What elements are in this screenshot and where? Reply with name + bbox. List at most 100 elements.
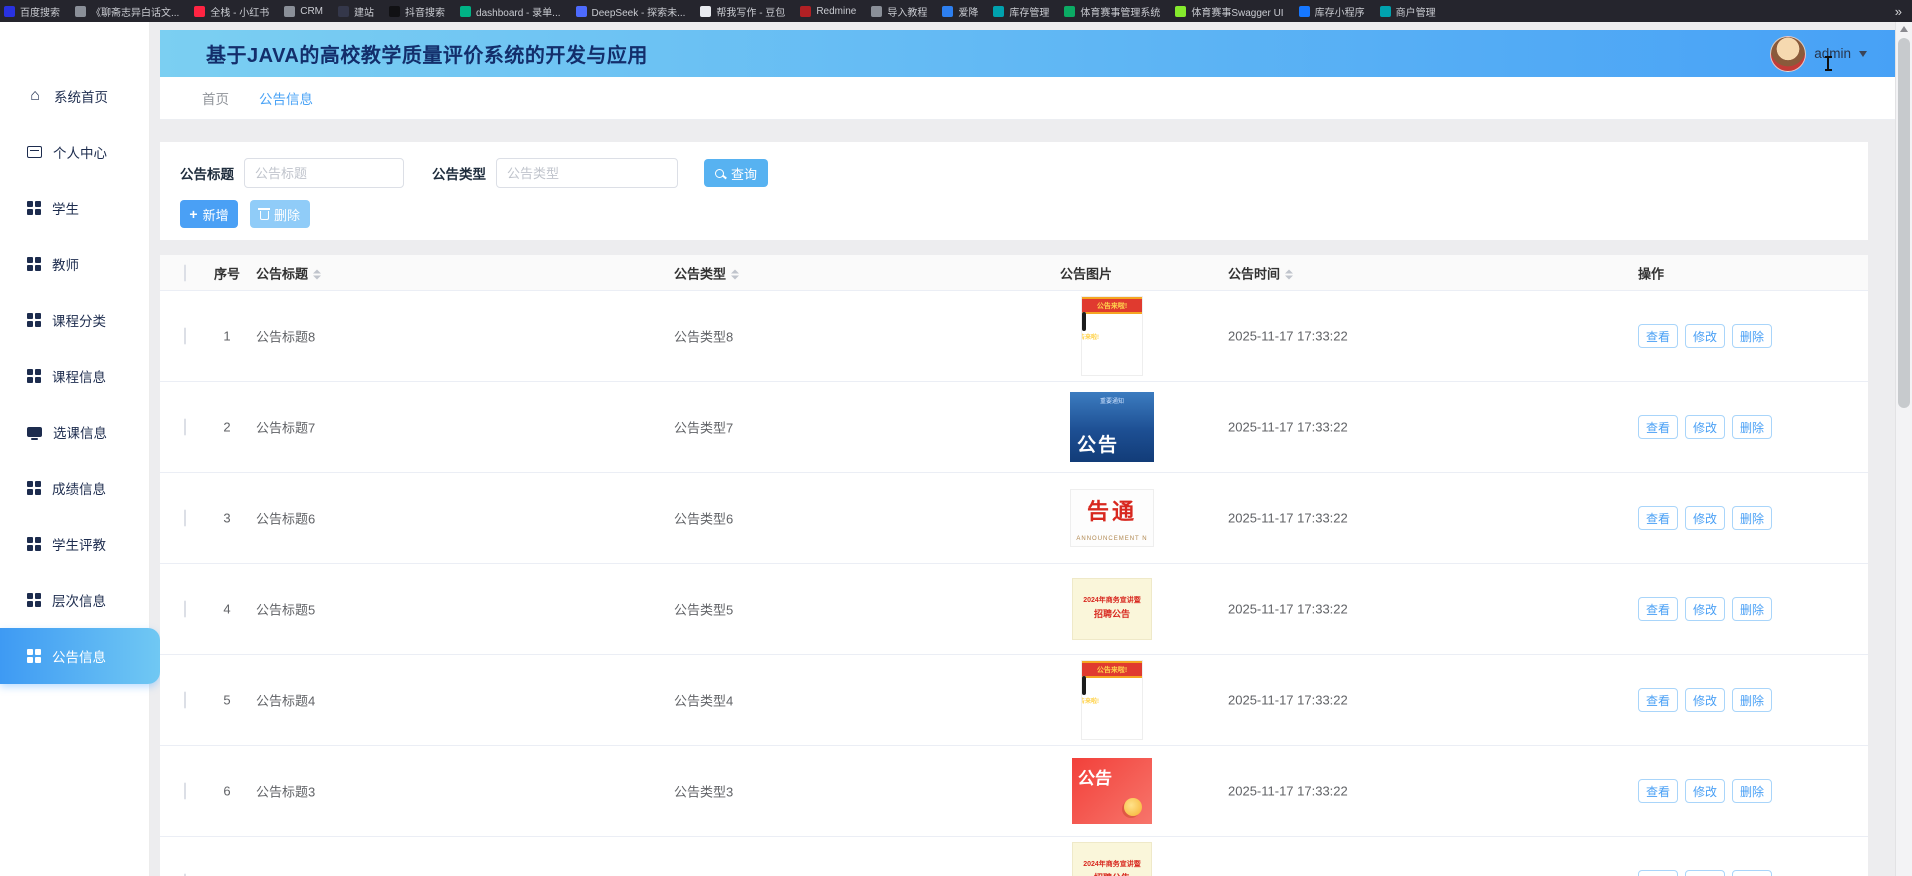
bookmark-label: 抖音搜索 <box>405 7 446 19</box>
bookmark-item[interactable]: dashboard - 录单... <box>460 4 561 19</box>
edit-button[interactable]: 修改 <box>1685 597 1726 621</box>
sidebar-item-grades[interactable]: 成绩信息 <box>0 460 149 516</box>
bookmark-favicon <box>338 5 350 17</box>
bookmark-favicon <box>1379 5 1391 17</box>
bookmark-item[interactable]: Redmine <box>800 5 856 17</box>
scrollbar[interactable] <box>1895 22 1912 876</box>
bookmark-item[interactable]: 帮我写作 - 豆包 <box>700 4 785 19</box>
sidebar-item-personal-center[interactable]: 个人中心 <box>0 124 149 180</box>
table-row: 4 公告标题5 公告类型5 2024年商务宣讲暨 招聘公告 2025-11-17 … <box>160 564 1868 655</box>
row-checkbox[interactable] <box>184 509 186 527</box>
edit-button[interactable]: 修改 <box>1685 415 1726 439</box>
tab-announcements[interactable]: 公告信息 <box>259 88 313 108</box>
column-header-image: 公告图片 <box>1060 266 1113 281</box>
announcement-title: 公告标题6 <box>256 511 316 527</box>
sidebar-item-course-info[interactable]: 课程信息 <box>0 348 149 404</box>
type-filter-input[interactable] <box>496 158 678 188</box>
avatar[interactable] <box>1770 35 1807 72</box>
sort-icon[interactable] <box>313 269 322 280</box>
announcement-image[interactable]: 公告来啦!公告来啦! <box>1081 296 1143 376</box>
row-number: 2 <box>223 419 231 435</box>
bookmark-item[interactable]: 建站 <box>338 4 374 19</box>
announcement-image[interactable]: 2024年商务宣讲暨招聘公告 <box>1072 842 1152 876</box>
sidebar-item-label: 系统首页 <box>54 90 108 105</box>
table-row: 5 公告标题4 公告类型4 公告来啦!公告来啦! 2025-11-17 17:3… <box>160 655 1868 746</box>
edit-button[interactable]: 修改 <box>1685 870 1726 876</box>
scrollbar-thumb[interactable] <box>1898 38 1910 408</box>
view-button[interactable]: 查看 <box>1638 506 1679 530</box>
edit-button[interactable]: 修改 <box>1685 779 1726 803</box>
bookmark-item[interactable]: 体育赛事Swagger UI <box>1175 4 1284 19</box>
sidebar-item-system-home[interactable]: ⌂ 系统首页 <box>0 68 149 124</box>
sidebar-item-announcements[interactable]: 公告信息 <box>0 628 160 684</box>
sidebar-item-student-evaluation[interactable]: 学生评教 <box>0 516 149 572</box>
sidebar-item-course-category[interactable]: 课程分类 <box>0 292 149 348</box>
user-menu[interactable]: admin <box>1770 35 1867 72</box>
edit-button[interactable]: 修改 <box>1685 324 1726 348</box>
bookmark-item[interactable]: 库存小程序 <box>1298 4 1365 19</box>
column-header-time[interactable]: 公告时间 <box>1228 263 1294 282</box>
tab-home[interactable]: 首页 <box>202 88 229 108</box>
column-header-title[interactable]: 公告标题 <box>256 263 322 282</box>
select-all-checkbox[interactable] <box>184 264 186 281</box>
view-button[interactable]: 查看 <box>1638 779 1679 803</box>
delete-button[interactable]: 删除 <box>1732 415 1773 439</box>
app-header: 基于JAVA的高校教学质量评价系统的开发与应用 admin <box>160 30 1895 77</box>
title-filter-label: 公告标题 <box>180 167 234 182</box>
bulk-delete-button[interactable]: 删除 <box>250 200 310 228</box>
bookmark-label: 《聊斋志异白话文... <box>91 7 180 19</box>
view-button[interactable]: 查看 <box>1638 597 1679 621</box>
row-checkbox[interactable] <box>184 691 186 709</box>
view-button[interactable]: 查看 <box>1638 415 1679 439</box>
column-header-type[interactable]: 公告类型 <box>674 263 740 282</box>
row-checkbox[interactable] <box>184 418 186 436</box>
delete-button[interactable]: 删除 <box>1732 597 1773 621</box>
delete-button[interactable]: 删除 <box>1732 688 1773 712</box>
table-row: 3 公告标题6 公告类型6 告通 ANNOUNCEMENT N 2025-11-1… <box>160 473 1868 564</box>
sidebar-item-label: 层次信息 <box>52 594 106 609</box>
announcement-image[interactable]: 公告来啦!公告来啦! <box>1081 660 1143 740</box>
bookmark-item[interactable]: 百度搜索 <box>4 4 60 19</box>
sort-icon[interactable] <box>1285 269 1294 280</box>
edit-button[interactable]: 修改 <box>1685 688 1726 712</box>
row-checkbox[interactable] <box>184 782 186 800</box>
announcement-image[interactable]: 告通 ANNOUNCEMENT N <box>1070 489 1154 547</box>
bookmarks-overflow-chevron[interactable]: » <box>1895 4 1902 19</box>
sidebar-item-label: 个人中心 <box>53 146 107 161</box>
sort-icon[interactable] <box>731 269 740 280</box>
announcement-image[interactable]: 2024年商务宣讲暨招聘公告 <box>1072 578 1152 640</box>
text-cursor <box>1824 56 1832 71</box>
scroll-up-arrow-icon[interactable] <box>1900 26 1908 32</box>
bookmark-item[interactable]: 商户管理 <box>1379 4 1436 19</box>
delete-button[interactable]: 删除 <box>1732 324 1773 348</box>
add-button[interactable]: + 新增 <box>180 200 238 228</box>
announcement-image[interactable]: 公告 <box>1072 758 1152 824</box>
bookmark-item[interactable]: 爱降 <box>942 4 978 19</box>
sidebar-item-students[interactable]: 学生 <box>0 180 149 236</box>
delete-button[interactable]: 删除 <box>1732 870 1773 876</box>
view-button[interactable]: 查看 <box>1638 688 1679 712</box>
bookmark-item[interactable]: 导入教程 <box>871 4 927 19</box>
sidebar-item-level-info[interactable]: 层次信息 <box>0 572 149 628</box>
delete-button[interactable]: 删除 <box>1732 506 1773 530</box>
announcement-image[interactable]: 重要通知 公告 <box>1070 392 1154 462</box>
bookmark-item[interactable]: 全栈 - 小红书 <box>194 4 269 19</box>
bookmark-item[interactable]: 库存管理 <box>993 4 1049 19</box>
view-button[interactable]: 查看 <box>1638 324 1679 348</box>
bookmark-item[interactable]: CRM <box>284 5 323 17</box>
bookmark-item[interactable]: 《聊斋志异白话文... <box>75 4 179 19</box>
view-button[interactable]: 查看 <box>1638 870 1679 876</box>
title-filter-input[interactable] <box>244 158 404 188</box>
bookmark-item[interactable]: 体育赛事管理系统 <box>1064 4 1160 19</box>
sidebar-item-course-selection[interactable]: 选课信息 <box>0 404 149 460</box>
sidebar-item-teachers[interactable]: 教师 <box>0 236 149 292</box>
bookmark-item[interactable]: 抖音搜索 <box>389 4 445 19</box>
bookmark-item[interactable]: DeepSeek - 探索未... <box>575 4 685 19</box>
row-checkbox[interactable] <box>184 327 186 345</box>
tab-bar: 首页 公告信息 <box>160 77 1895 120</box>
delete-button[interactable]: 删除 <box>1732 779 1773 803</box>
row-checkbox[interactable] <box>184 600 186 618</box>
row-number: 5 <box>223 692 231 708</box>
edit-button[interactable]: 修改 <box>1685 506 1726 530</box>
query-button[interactable]: 查询 <box>704 159 768 187</box>
